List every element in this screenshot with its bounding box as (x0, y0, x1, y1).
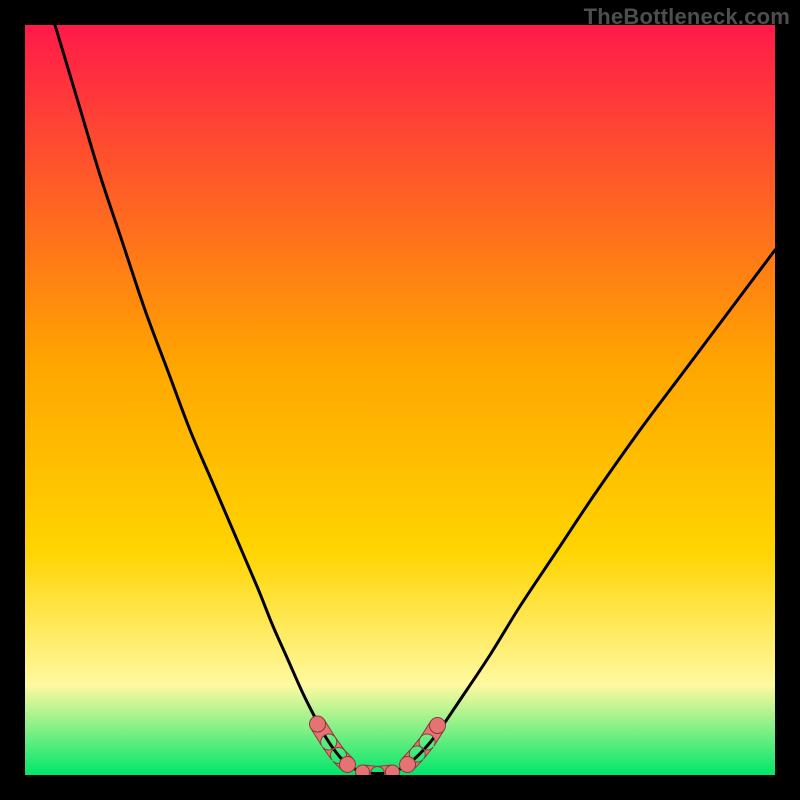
chart-svg (25, 25, 775, 775)
watermark-text: TheBottleneck.com (584, 4, 790, 30)
curve-marker-cap (386, 765, 400, 775)
curve-marker-cap (310, 716, 326, 732)
curve-marker-cap (356, 765, 370, 775)
curve-marker-cap (430, 718, 446, 734)
curve-marker-cap (340, 757, 356, 773)
plot-area (25, 25, 775, 775)
curve-marker-cap (400, 757, 416, 773)
chart-frame: TheBottleneck.com (0, 0, 800, 800)
